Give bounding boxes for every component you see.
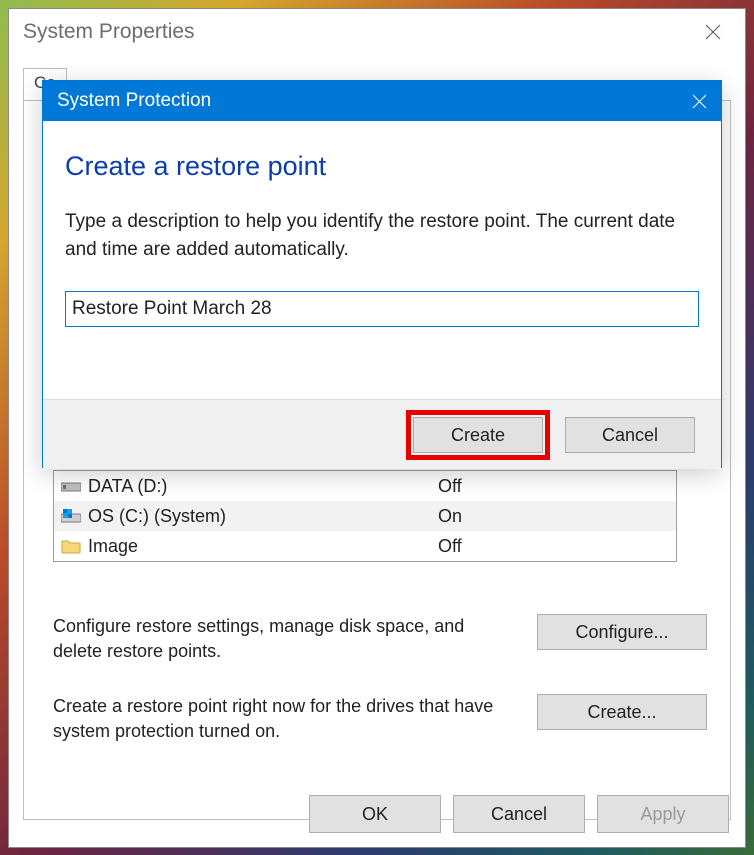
create-restore-point-description: Type a description to help you identify … — [65, 208, 699, 263]
drive-name: DATA (D:) — [88, 476, 438, 497]
drive-protection: Off — [438, 476, 676, 497]
create-button[interactable]: Create... — [537, 694, 707, 730]
configure-row: Configure restore settings, manage disk … — [53, 614, 707, 664]
close-icon[interactable] — [693, 15, 733, 49]
table-row[interactable]: OS (C:) (System) On — [54, 501, 676, 531]
cancel-dialog-button[interactable]: Cancel — [565, 417, 695, 453]
restore-point-description-input[interactable] — [65, 291, 699, 327]
drive-protection: On — [438, 506, 676, 527]
configure-text: Configure restore settings, manage disk … — [53, 614, 537, 664]
system-protection-body: Create a restore point Type a descriptio… — [43, 121, 721, 399]
create-confirm-button[interactable]: Create — [413, 417, 543, 453]
ok-button[interactable]: OK — [309, 795, 441, 833]
hdd-icon — [60, 477, 82, 495]
close-icon[interactable] — [677, 81, 721, 121]
create-row: Create a restore point right now for the… — [53, 694, 707, 744]
drive-name: OS (C:) (System) — [88, 506, 438, 527]
drive-protection: Off — [438, 536, 676, 557]
dialog-button-row: OK Cancel Apply — [309, 795, 729, 833]
apply-button[interactable]: Apply — [597, 795, 729, 833]
table-row[interactable]: Image Off — [54, 531, 676, 561]
drive-name: Image — [88, 536, 438, 557]
system-protection-dialog: System Protection Create a restore point… — [42, 80, 722, 468]
create-text: Create a restore point right now for the… — [53, 694, 537, 744]
system-protection-titlebar[interactable]: System Protection — [43, 81, 721, 121]
cancel-button[interactable]: Cancel — [453, 795, 585, 833]
configure-button[interactable]: Configure... — [537, 614, 707, 650]
folder-icon — [60, 537, 82, 555]
system-protection-title: System Protection — [57, 90, 211, 112]
table-row[interactable]: DATA (D:) Off — [54, 471, 676, 501]
create-restore-point-heading: Create a restore point — [65, 151, 699, 182]
protection-drive-table: DATA (D:) Off OS (C:) (System) On Image … — [53, 470, 677, 562]
system-properties-titlebar[interactable]: System Properties — [9, 9, 745, 54]
system-protection-footer: Create Cancel — [43, 399, 721, 469]
system-properties-title: System Properties — [23, 20, 195, 44]
osdisk-icon — [60, 507, 82, 525]
